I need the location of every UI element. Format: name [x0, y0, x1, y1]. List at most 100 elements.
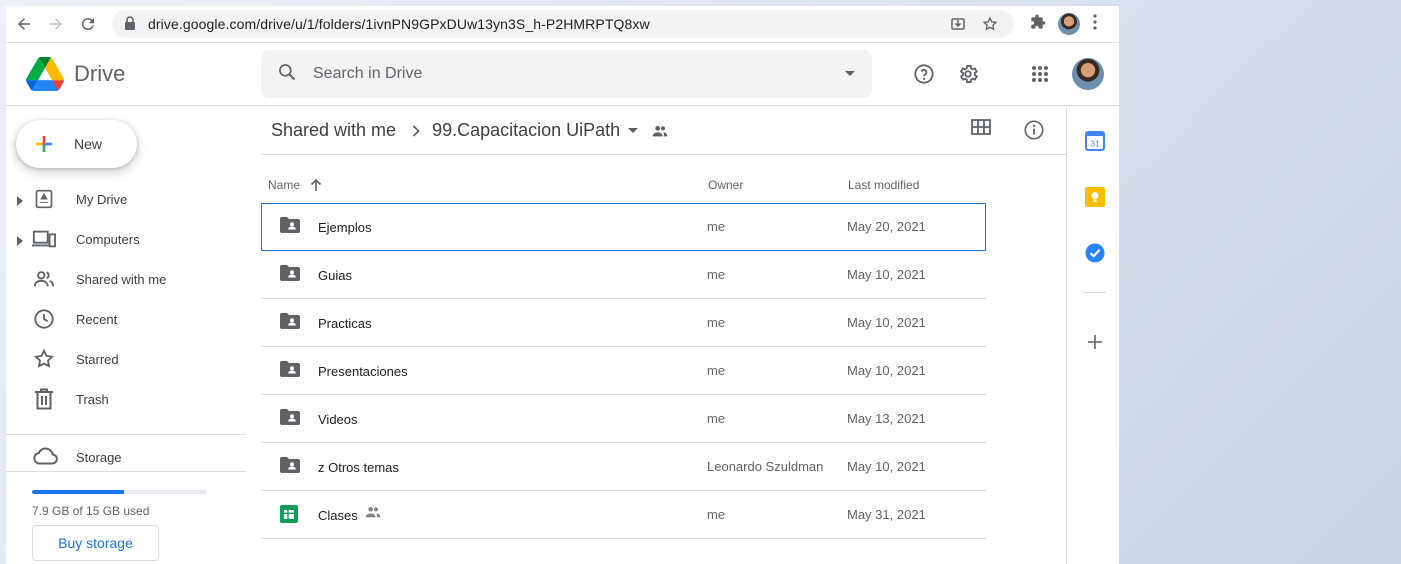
storage-used-text: 7.9 GB of 15 GB used — [32, 504, 150, 518]
file-owner: me — [707, 315, 726, 330]
sidebar-item-label: Starred — [76, 351, 119, 367]
forward-icon[interactable] — [42, 10, 70, 38]
file-owner: Leonardo Szuldman — [707, 459, 824, 474]
add-addon-icon[interactable] — [1084, 331, 1106, 353]
my-drive-icon — [32, 187, 56, 211]
sheets-icon — [280, 505, 298, 526]
file-owner: me — [707, 267, 726, 282]
plus-multicolor-icon — [36, 136, 52, 152]
table-row[interactable]: Presentaciones me May 10, 2021 — [261, 347, 986, 395]
new-button[interactable]: New — [16, 120, 137, 168]
profile-avatar[interactable] — [1058, 13, 1080, 35]
account-avatar[interactable] — [1072, 58, 1104, 90]
expand-caret-icon[interactable] — [17, 194, 23, 209]
grid-view-icon[interactable] — [971, 119, 991, 140]
computers-icon — [32, 227, 56, 251]
chevron-right-icon — [412, 124, 420, 137]
settings-icon[interactable] — [956, 62, 980, 86]
column-header-name: Name — [268, 178, 301, 192]
sort-ascending-icon[interactable] — [310, 178, 322, 192]
search-input[interactable]: Search in Drive — [313, 65, 844, 83]
sidebar-item-label: Trash — [76, 391, 109, 407]
keep-icon[interactable] — [1084, 186, 1106, 208]
file-modified: May 10, 2021 — [847, 459, 926, 474]
file-name: z Otros temas — [318, 460, 399, 475]
search-bar[interactable]: Search in Drive — [261, 50, 872, 98]
breadcrumb-current[interactable]: 99.Capacitacion UiPath — [432, 120, 620, 141]
info-icon[interactable] — [1023, 119, 1045, 146]
breadcrumb-parent[interactable]: Shared with me — [271, 120, 396, 141]
drive-logo[interactable]: Drive — [26, 57, 125, 91]
star-icon[interactable] — [978, 12, 1002, 36]
storage-usage-bar — [32, 490, 207, 494]
install-icon[interactable] — [946, 12, 970, 36]
shared-icon — [32, 267, 56, 291]
table-row[interactable]: Guias me May 10, 2021 — [261, 251, 986, 299]
file-list-header: Name Owner Last modified — [261, 163, 986, 203]
shared-folder-icon — [280, 265, 300, 284]
file-modified: May 20, 2021 — [847, 219, 926, 234]
url-text: drive.google.com/drive/u/1/folders/1ivnP… — [148, 16, 650, 32]
apps-grid-icon[interactable] — [1028, 62, 1052, 86]
sidebar-item-my-drive[interactable]: My Drive — [6, 179, 246, 219]
file-modified: May 10, 2021 — [847, 363, 926, 378]
search-options-icon[interactable] — [844, 65, 856, 83]
file-modified: May 10, 2021 — [847, 315, 926, 330]
extensions-icon[interactable] — [1030, 14, 1046, 35]
sidebar: New My Drive Computers Shared with me Re… — [6, 107, 246, 564]
sidebar-item-shared-with-me[interactable]: Shared with me — [6, 259, 246, 299]
lock-icon — [124, 15, 136, 33]
shared-folder-people-icon[interactable] — [652, 125, 668, 137]
menu-kebab-icon[interactable] — [1092, 13, 1098, 35]
sidebar-item-trash[interactable]: Trash — [6, 379, 246, 419]
sidebar-item-recent[interactable]: Recent — [6, 299, 246, 339]
help-icon[interactable] — [912, 62, 936, 86]
table-row[interactable]: z Otros temas Leonardo Szuldman May 10, … — [261, 443, 986, 491]
shared-folder-icon — [280, 217, 300, 236]
address-bar[interactable]: drive.google.com/drive/u/1/folders/1ivnP… — [112, 10, 1014, 38]
new-button-label: New — [74, 136, 103, 152]
file-owner: me — [707, 363, 726, 378]
file-name: Practicas — [318, 316, 372, 331]
search-icon[interactable] — [277, 62, 297, 87]
sidebar-divider — [6, 434, 246, 435]
buy-storage-button[interactable]: Buy storage — [32, 525, 159, 561]
shared-folder-icon — [280, 457, 300, 476]
shared-folder-icon — [280, 361, 300, 380]
file-name: Clases — [318, 508, 358, 523]
clock-icon — [32, 307, 56, 331]
file-name: Guias — [318, 268, 352, 283]
side-panel: 31 — [1066, 107, 1119, 564]
sidebar-item-starred[interactable]: Starred — [6, 339, 246, 379]
trash-icon — [32, 387, 56, 411]
table-row[interactable]: Practicas me May 10, 2021 — [261, 299, 986, 347]
sidebar-item-label: Shared with me — [76, 271, 167, 287]
expand-caret-icon[interactable] — [17, 234, 23, 249]
sidebar-nav: My Drive Computers Shared with me Recent… — [6, 179, 246, 419]
table-row[interactable]: Ejemplos me May 20, 2021 — [261, 203, 986, 251]
file-name: Videos — [318, 412, 358, 427]
folder-menu-caret-icon[interactable] — [628, 127, 639, 134]
file-name: Presentaciones — [318, 364, 408, 379]
sidebar-item-label: Computers — [76, 231, 140, 247]
browser-toolbar: drive.google.com/drive/u/1/folders/1ivnP… — [6, 6, 1119, 43]
column-header-owner[interactable]: Owner — [708, 178, 743, 192]
calendar-icon[interactable]: 31 — [1084, 130, 1106, 152]
star-outline-icon — [32, 347, 56, 371]
table-row[interactable]: Clases me May 31, 2021 — [261, 491, 986, 539]
tasks-icon[interactable] — [1084, 242, 1106, 264]
shared-folder-icon — [280, 409, 300, 428]
cloud-icon — [32, 447, 58, 468]
sort-by-name[interactable]: Name — [268, 178, 322, 192]
sidebar-item-label: My Drive — [76, 191, 128, 207]
file-modified: May 13, 2021 — [847, 411, 926, 426]
sidebar-item-computers[interactable]: Computers — [6, 219, 246, 259]
storage-label: Storage — [76, 450, 122, 465]
breadcrumb: Shared with me 99.Capacitacion UiPath — [261, 107, 1066, 155]
calendar-day: 31 — [1091, 140, 1100, 149]
column-header-last-modified[interactable]: Last modified — [848, 178, 919, 192]
back-icon[interactable] — [10, 10, 38, 38]
table-row[interactable]: Videos me May 13, 2021 — [261, 395, 986, 443]
reload-icon[interactable] — [74, 10, 102, 38]
storage-row[interactable]: Storage — [6, 442, 246, 472]
